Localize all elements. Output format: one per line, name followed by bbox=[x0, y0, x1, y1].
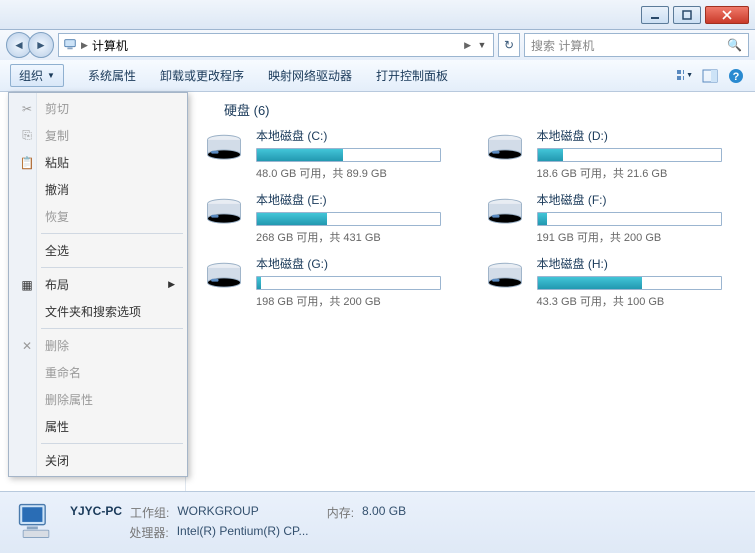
address-text: 计算机 bbox=[92, 37, 460, 54]
section-header: 硬盘 (6) bbox=[202, 100, 739, 119]
paste-icon: 📋 bbox=[19, 155, 35, 171]
status-memory: 8.00 GB bbox=[362, 504, 406, 521]
drive-usage-bar bbox=[256, 276, 441, 290]
drive-item[interactable]: 本地磁盘 (D:) 18.6 GB 可用，共 21.6 GB bbox=[483, 127, 740, 181]
command-bar: 组织 ▼ 系统属性 卸载或更改程序 映射网络驱动器 打开控制面板 ▼ ? bbox=[0, 60, 755, 92]
drive-icon bbox=[483, 191, 527, 235]
drive-stat: 43.3 GB 可用，共 100 GB bbox=[537, 293, 740, 309]
drive-name: 本地磁盘 (D:) bbox=[537, 127, 740, 144]
status-workgroup: WORKGROUP bbox=[177, 504, 258, 521]
help-button[interactable]: ? bbox=[727, 67, 745, 85]
drive-icon bbox=[202, 127, 246, 171]
status-memory-label: 内存: bbox=[327, 504, 354, 521]
window-titlebar bbox=[0, 0, 755, 30]
drive-item[interactable]: 本地磁盘 (F:) 191 GB 可用，共 200 GB bbox=[483, 191, 740, 245]
status-processor-label: 处理器: bbox=[129, 524, 168, 541]
content-pane: 硬盘 (6) 本地磁盘 (C:)48.0 GB 可用，共 89.9 GB本地磁盘… bbox=[186, 92, 755, 491]
address-separator: ▶ bbox=[81, 40, 88, 51]
menu-rename[interactable]: 重命名 bbox=[11, 359, 185, 386]
computer-icon bbox=[14, 499, 58, 546]
drive-stat: 191 GB 可用，共 200 GB bbox=[537, 229, 740, 245]
nav-row: ◄ ► ▶ 计算机 ▶ ▼ ↻ 搜索 计算机 🔍 bbox=[0, 30, 755, 60]
menu-copy[interactable]: ⎘复制 bbox=[11, 122, 185, 149]
delete-icon: ✕ bbox=[19, 338, 35, 354]
drive-stat: 268 GB 可用，共 431 GB bbox=[256, 229, 459, 245]
svg-text:?: ? bbox=[733, 71, 740, 83]
drive-icon bbox=[202, 191, 246, 235]
minimize-button[interactable] bbox=[641, 6, 669, 24]
menu-undo[interactable]: 撤消 bbox=[11, 176, 185, 203]
search-icon: 🔍 bbox=[727, 38, 742, 52]
menu-redo[interactable]: 恢复 bbox=[11, 203, 185, 230]
search-placeholder: 搜索 计算机 bbox=[531, 37, 594, 54]
menu-close[interactable]: 关闭 bbox=[11, 447, 185, 474]
drive-icon bbox=[202, 255, 246, 299]
drive-usage-bar bbox=[537, 276, 722, 290]
copy-icon: ⎘ bbox=[19, 128, 35, 144]
drive-name: 本地磁盘 (C:) bbox=[256, 127, 459, 144]
drive-stat: 198 GB 可用，共 200 GB bbox=[256, 293, 459, 309]
drive-name: 本地磁盘 (E:) bbox=[256, 191, 459, 208]
details-pane: YJYC-PC 工作组: WORKGROUP 内存: 8.00 GB YJYC-… bbox=[0, 491, 755, 553]
cut-icon: ✂ bbox=[19, 101, 35, 117]
menu-layout[interactable]: ▦布局▶ bbox=[11, 271, 185, 298]
drive-item[interactable]: 本地磁盘 (H:) 43.3 GB 可用，共 100 GB bbox=[483, 255, 740, 309]
drive-item[interactable]: 本地磁盘 (C:) 48.0 GB 可用，共 89.9 GB bbox=[202, 127, 459, 181]
drive-usage-bar bbox=[537, 148, 722, 162]
uninstall-programs-button[interactable]: 卸载或更改程序 bbox=[160, 67, 244, 84]
address-bar[interactable]: ▶ 计算机 ▶ ▼ bbox=[58, 33, 494, 57]
layout-icon: ▦ bbox=[19, 277, 35, 293]
preview-pane-button[interactable] bbox=[701, 67, 719, 85]
address-dropdown-icon[interactable]: ▼ bbox=[475, 40, 489, 50]
maximize-button[interactable] bbox=[673, 6, 701, 24]
menu-cut[interactable]: ✂剪切 bbox=[11, 95, 185, 122]
status-workgroup-label: 工作组: bbox=[130, 504, 169, 521]
drive-usage-bar bbox=[537, 212, 722, 226]
search-input[interactable]: 搜索 计算机 🔍 bbox=[524, 33, 749, 57]
close-button[interactable] bbox=[705, 6, 749, 24]
status-computer-name: YJYC-PC bbox=[70, 504, 122, 521]
menu-select-all[interactable]: 全选 bbox=[11, 237, 185, 264]
system-properties-button[interactable]: 系统属性 bbox=[88, 67, 136, 84]
organize-menu-button[interactable]: 组织 ▼ bbox=[10, 64, 64, 87]
drive-icon bbox=[483, 127, 527, 171]
drive-item[interactable]: 本地磁盘 (E:) 268 GB 可用，共 431 GB bbox=[202, 191, 459, 245]
view-options-button[interactable]: ▼ bbox=[675, 67, 693, 85]
organize-menu: ✂剪切 ⎘复制 📋粘贴 撤消 恢复 全选 ▦布局▶ 文件夹和搜索选项 ✕删除 重… bbox=[8, 92, 188, 477]
drive-stat: 48.0 GB 可用，共 89.9 GB bbox=[256, 165, 459, 181]
drive-icon bbox=[483, 255, 527, 299]
drive-name: 本地磁盘 (H:) bbox=[537, 255, 740, 272]
menu-folder-options[interactable]: 文件夹和搜索选项 bbox=[11, 298, 185, 325]
drive-name: 本地磁盘 (F:) bbox=[537, 191, 740, 208]
map-network-drive-button[interactable]: 映射网络驱动器 bbox=[268, 67, 352, 84]
drive-item[interactable]: 本地磁盘 (G:) 198 GB 可用，共 200 GB bbox=[202, 255, 459, 309]
address-separator: ▶ bbox=[464, 40, 471, 51]
menu-remove-properties[interactable]: 删除属性 bbox=[11, 386, 185, 413]
menu-properties[interactable]: 属性 bbox=[11, 413, 185, 440]
computer-icon bbox=[63, 37, 77, 54]
open-control-panel-button[interactable]: 打开控制面板 bbox=[376, 67, 448, 84]
drive-usage-bar bbox=[256, 148, 441, 162]
drive-stat: 18.6 GB 可用，共 21.6 GB bbox=[537, 165, 740, 181]
status-processor: Intel(R) Pentium(R) CP... bbox=[177, 524, 309, 541]
menu-delete[interactable]: ✕删除 bbox=[11, 332, 185, 359]
forward-button[interactable]: ► bbox=[28, 32, 54, 58]
refresh-button[interactable]: ↻ bbox=[498, 33, 520, 57]
submenu-arrow-icon: ▶ bbox=[168, 279, 175, 290]
drive-usage-bar bbox=[256, 212, 441, 226]
menu-paste[interactable]: 📋粘贴 bbox=[11, 149, 185, 176]
drive-name: 本地磁盘 (G:) bbox=[256, 255, 459, 272]
